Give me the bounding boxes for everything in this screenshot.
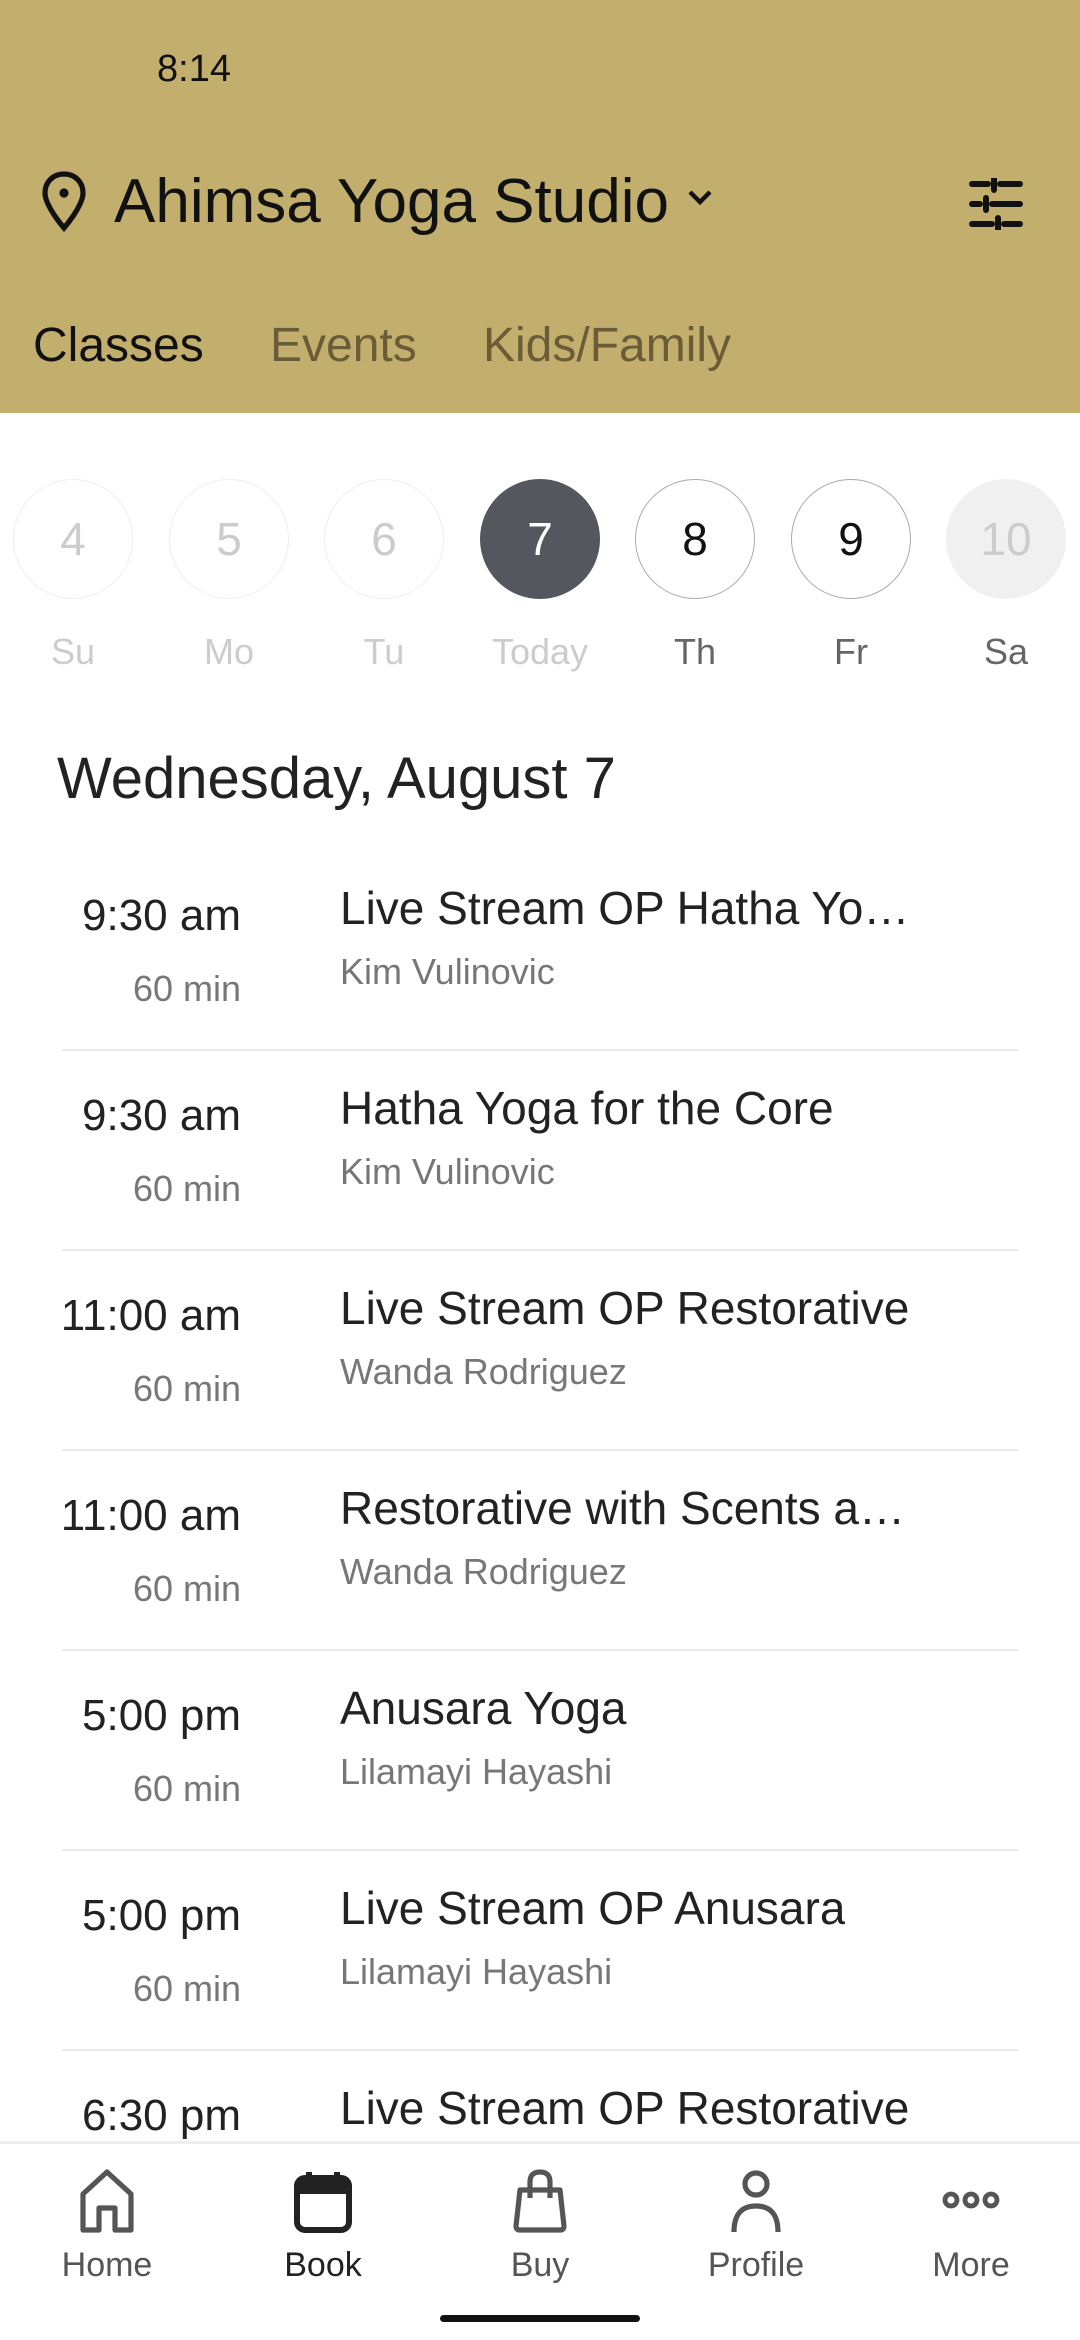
day-label: Sa xyxy=(983,631,1029,672)
class-duration: 60 min xyxy=(132,1368,241,1409)
class-instructor: Lilamayi Hayashi xyxy=(340,1751,613,1792)
tab-classes[interactable]: Classes xyxy=(33,318,204,373)
person-icon xyxy=(731,2170,781,2233)
nav-label: Home xyxy=(61,2246,153,2284)
day-label: Mo xyxy=(203,631,254,672)
class-duration: 60 min xyxy=(132,968,241,1009)
studio-selector[interactable]: Ahimsa Yoga Studio xyxy=(114,166,669,237)
location-pin-icon[interactable] xyxy=(38,170,90,234)
class-duration: 60 min xyxy=(132,1968,241,2009)
class-duration: 60 min xyxy=(132,1568,241,1609)
class-name: Anusara Yoga xyxy=(340,1682,627,1734)
class-name: Restorative with Scents a… xyxy=(340,1482,906,1534)
tab-kids-family[interactable]: Kids/Family xyxy=(483,318,731,373)
app-header: 8:14 Ahimsa Yoga Studio Classes Events K… xyxy=(0,0,1080,413)
class-name: Live Stream OP Hatha Yo… xyxy=(340,882,910,934)
class-duration: 60 min xyxy=(132,1168,241,1209)
bottom-nav: Home Book Buy Profile More xyxy=(0,2141,1080,2340)
nav-label: Buy xyxy=(510,2246,570,2284)
class-instructor: Kim Vulinovic xyxy=(340,951,555,992)
more-icon xyxy=(942,2191,1000,2209)
day-number: 6 xyxy=(324,479,444,599)
class-time: 6:30 pm xyxy=(82,2091,241,2140)
class-row[interactable]: 5:00 pm 60 min Live Stream OP Anusara Lilam… xyxy=(0,1851,1080,2051)
class-time: 9:30 am xyxy=(82,891,241,940)
class-instructor: Wanda Rodriguez xyxy=(340,1351,627,1392)
day-sunday[interactable]: 4 Su xyxy=(13,479,133,673)
day-number: 4 xyxy=(13,479,133,599)
day-label: Today xyxy=(491,631,589,672)
nav-label: Book xyxy=(284,2246,362,2284)
class-row[interactable]: 5:00 pm 60 min Anusara Yoga Lilamayi Hayash… xyxy=(0,1651,1080,1851)
day-number: 9 xyxy=(791,479,911,599)
day-number: 7 xyxy=(480,479,600,599)
day-number: 5 xyxy=(169,479,289,599)
class-instructor: Wanda Rodriguez xyxy=(340,1551,627,1592)
class-time: 11:00 am xyxy=(60,1491,241,1540)
class-row[interactable]: 9:30 am 60 min Live Stream OP Hatha Yo… Kim… xyxy=(0,851,1080,1051)
class-time: 9:30 am xyxy=(82,1091,241,1140)
nav-label: More xyxy=(932,2246,1010,2284)
nav-more[interactable]: More xyxy=(881,2168,1061,2285)
nav-home[interactable]: Home xyxy=(17,2168,197,2285)
calendar-icon xyxy=(294,2172,352,2233)
home-icon xyxy=(80,2169,134,2233)
day-monday[interactable]: 5 Mo xyxy=(169,479,289,673)
class-name: Hatha Yoga for the Core xyxy=(340,1082,834,1134)
class-name: Live Stream OP Anusara xyxy=(340,1882,846,1934)
day-saturday[interactable]: 10 Sa xyxy=(946,479,1066,673)
day-friday[interactable]: 9 Fr xyxy=(791,479,911,673)
nav-buy[interactable]: Buy xyxy=(450,2168,630,2285)
class-row[interactable]: 9:30 am 60 min Hatha Yoga for the Core Kim … xyxy=(0,1051,1080,1251)
class-time: 5:00 pm xyxy=(82,1891,241,1940)
day-today[interactable]: 7 Today xyxy=(480,479,600,673)
date-heading: Wednesday, August 7 xyxy=(57,746,616,811)
class-name: Live Stream OP Restorative xyxy=(340,2082,910,2134)
chevron-down-icon[interactable] xyxy=(684,186,716,210)
class-duration: 60 min xyxy=(132,1768,241,1809)
status-time: 8:14 xyxy=(157,48,231,90)
day-number: 10 xyxy=(946,479,1066,599)
day-label: Fr xyxy=(834,631,868,672)
class-row[interactable]: 11:00 am 60 min Live Stream OP Restorative… xyxy=(0,1251,1080,1451)
tab-events[interactable]: Events xyxy=(270,318,417,373)
class-time: 11:00 am xyxy=(60,1291,241,1340)
class-instructor: Kim Vulinovic xyxy=(340,1151,555,1192)
bag-icon xyxy=(513,2169,567,2233)
day-tuesday[interactable]: 6 Tu xyxy=(324,479,444,673)
class-row[interactable]: 11:00 am 60 min Restorative with Scents a…… xyxy=(0,1451,1080,1651)
day-label: Th xyxy=(673,631,716,672)
class-name: Live Stream OP Restorative xyxy=(340,1282,910,1334)
class-time: 5:00 pm xyxy=(82,1691,241,1740)
class-instructor: Lilamayi Hayashi xyxy=(340,1951,613,1992)
nav-book[interactable]: Book xyxy=(233,2168,413,2285)
nav-profile[interactable]: Profile xyxy=(666,2168,846,2285)
nav-label: Profile xyxy=(707,2246,805,2284)
day-thursday[interactable]: 8 Th xyxy=(635,479,755,673)
day-label: Su xyxy=(50,631,96,672)
filter-sliders-icon[interactable] xyxy=(968,178,1024,230)
day-label: Tu xyxy=(363,631,405,672)
home-indicator[interactable] xyxy=(440,2315,640,2322)
day-number: 8 xyxy=(635,479,755,599)
